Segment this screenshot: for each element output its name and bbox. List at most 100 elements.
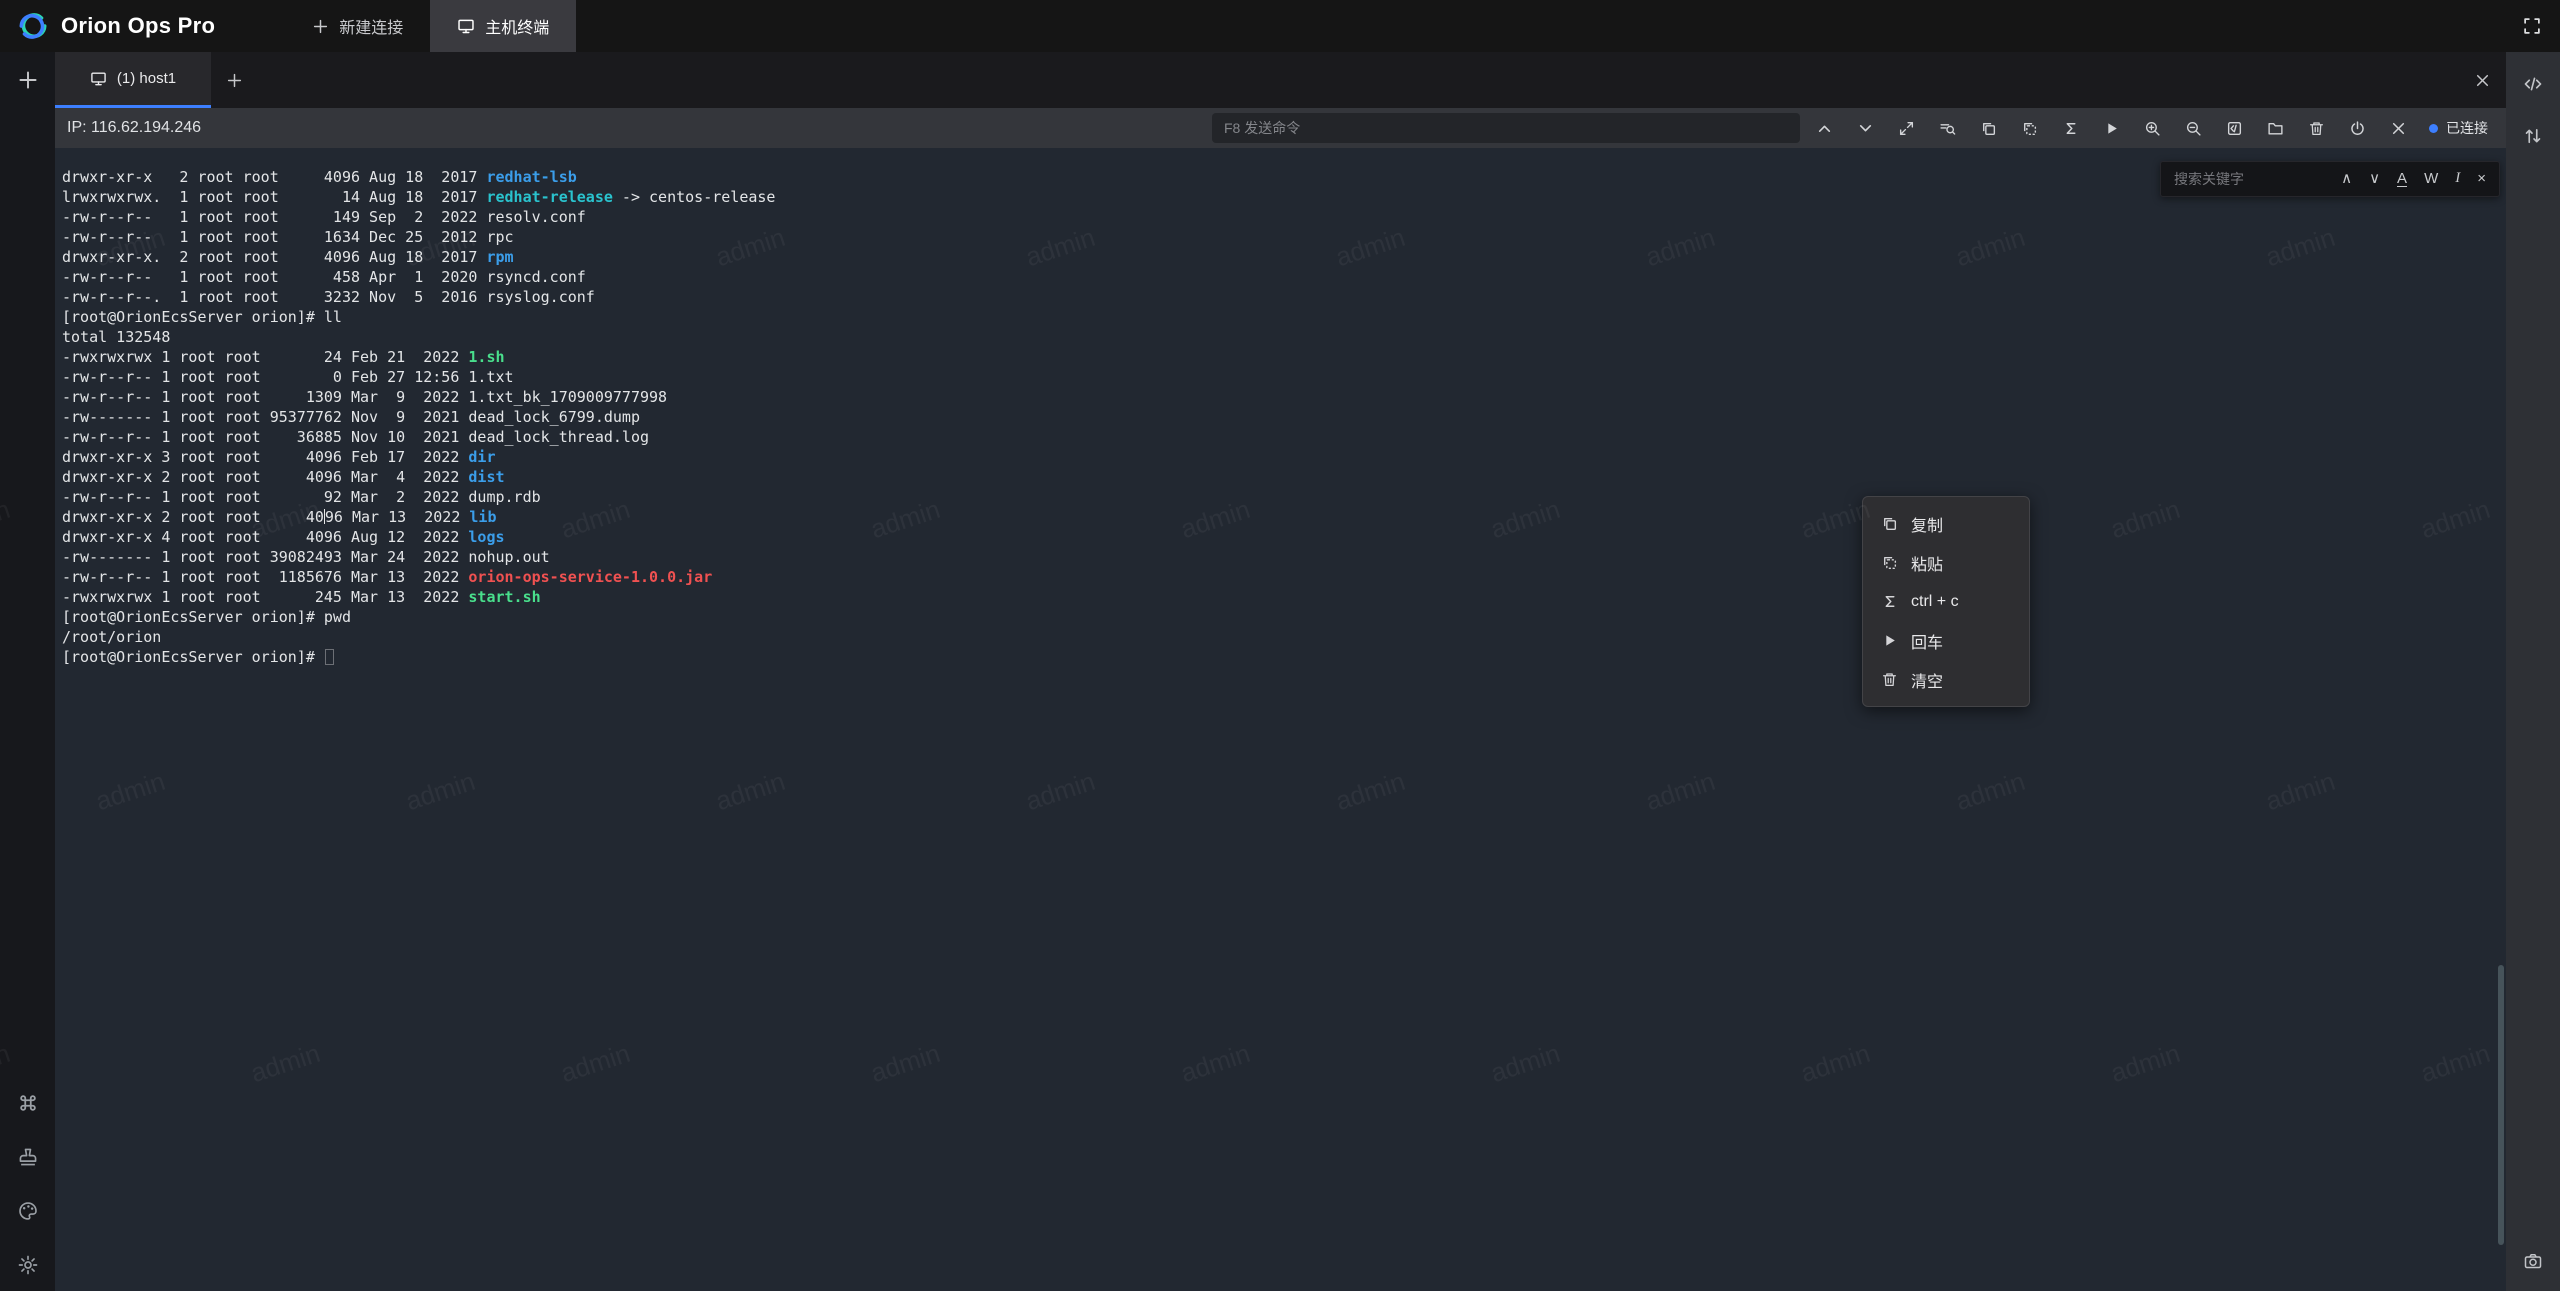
code-square-button[interactable]	[2226, 120, 2243, 137]
tab-host1[interactable]: (1) host1	[55, 52, 211, 108]
monitor-icon	[90, 70, 107, 87]
terminal-line: -rw-r--r-- 1 root root 149 Sep 2 2022 re…	[62, 207, 2506, 227]
status-dot-icon	[2429, 124, 2438, 133]
context-menu-item-copy[interactable]: 复制	[1863, 504, 2029, 543]
status-label: 已连接	[2446, 118, 2488, 138]
terminal-screen[interactable]: drwxr-xr-x 2 root root 4096 Aug 18 2017 …	[55, 148, 2506, 1291]
fullscreen-button[interactable]	[2522, 16, 2542, 36]
header-nav: 新建连接 主机终端	[285, 0, 576, 52]
search-input[interactable]	[2174, 171, 2314, 187]
terminal-line: lrwxrwxrwx. 1 root root 14 Aug 18 2017 r…	[62, 187, 2506, 207]
search-prev-button[interactable]: ∧	[2341, 171, 2352, 187]
command-button[interactable]	[17, 1092, 39, 1114]
trash-icon	[1881, 671, 1898, 688]
search-next-button[interactable]: ∨	[2369, 171, 2380, 187]
copy-icon	[1881, 515, 1898, 532]
nav-new-connection[interactable]: 新建连接	[285, 0, 430, 52]
zoom-in-button[interactable]	[2144, 120, 2161, 137]
terminal-line: /root/orion	[62, 627, 2506, 647]
left-sidebar-icons	[17, 1092, 39, 1291]
swap-vertical-button[interactable]	[2523, 126, 2543, 146]
terminal-context-menu: 复制粘贴 ctrl + c 回车清空	[1862, 496, 2030, 707]
nav-host-terminal[interactable]: 主机终端	[430, 0, 576, 52]
terminal-line: -rw-r--r-- 1 root root 92 Mar 2 2022 dum…	[62, 487, 2506, 507]
context-menu-item-paste[interactable]: 粘贴	[1863, 543, 2029, 582]
terminal-line: -rw-r--r-- 1 root root 1185676 Mar 13 20…	[62, 567, 2506, 587]
paste-button[interactable]	[2021, 120, 2038, 137]
play-icon	[1881, 632, 1898, 649]
chevron-down-button[interactable]	[1857, 120, 1874, 137]
play-button[interactable]	[2103, 120, 2120, 137]
terminal-search-bar: ∧ ∨ A W I ×	[2160, 161, 2500, 197]
terminal-line: drwxr-xr-x 3 root root 4096 Feb 17 2022 …	[62, 447, 2506, 467]
code-button[interactable]	[2523, 74, 2543, 94]
terminal-line: drwxr-xr-x 4 root root 4096 Aug 12 2022 …	[62, 527, 2506, 547]
context-menu-label: 复制	[1911, 512, 1943, 536]
terminal-toolbar: IP: 116.62.194.246 已连接	[55, 108, 2506, 148]
search-buttons: ∧ ∨ A W I ×	[2341, 171, 2486, 187]
terminal-line: [root@OrionEcsServer orion]#	[62, 647, 2506, 667]
toolbar-icon-group	[1816, 120, 2407, 137]
terminal-line: [root@OrionEcsServer orion]# pwd	[62, 607, 2506, 627]
terminal-line: [root@OrionEcsServer orion]# ll	[62, 307, 2506, 327]
context-menu-label: 清空	[1911, 668, 1943, 692]
main-area: (1) host1 IP: 116.62.194.246 已连接 drwxr-x…	[55, 52, 2506, 1291]
zoom-out-button[interactable]	[2185, 120, 2202, 137]
app-body: (1) host1 IP: 116.62.194.246 已连接 drwxr-x…	[0, 52, 2560, 1291]
terminal-output: drwxr-xr-x 2 root root 4096 Aug 18 2017 …	[55, 148, 2506, 667]
camera-button[interactable]	[2523, 1251, 2543, 1271]
search-list-button[interactable]	[1939, 120, 1956, 137]
app-logo-icon	[16, 9, 50, 43]
palette-button[interactable]	[17, 1200, 39, 1222]
app-title: Orion Ops Pro	[61, 13, 215, 39]
folder-button[interactable]	[2267, 120, 2284, 137]
host-ip-label: IP: 116.62.194.246	[67, 119, 201, 137]
terminal-scrollbar[interactable]	[2498, 965, 2504, 1245]
terminal-line: drwxr-xr-x 2 root root 4096 Aug 18 2017 …	[62, 167, 2506, 187]
connection-status-badge: 已连接	[2429, 118, 2488, 138]
context-menu-label: 粘贴	[1911, 551, 1943, 575]
app-root: { "header": { "app_title": "Orion Ops Pr…	[0, 0, 2560, 1291]
search-regex-button[interactable]: I	[2455, 171, 2460, 187]
sigma-button[interactable]	[2062, 120, 2079, 137]
terminal-line: drwxr-xr-x. 2 root root 4096 Aug 18 2017…	[62, 247, 2506, 267]
terminal-line: drwxr-xr-x 2 root root 4096 Mar 13 2022 …	[62, 507, 2506, 527]
search-match-case-button[interactable]: A	[2397, 171, 2407, 187]
power-button[interactable]	[2349, 120, 2366, 137]
terminal-line: total 132548	[62, 327, 2506, 347]
trash-button[interactable]	[2308, 120, 2325, 137]
stamp-button[interactable]	[17, 1146, 39, 1168]
context-menu-item-enter[interactable]: 回车	[1863, 621, 2029, 660]
terminal-line: -rw-r--r-- 1 root root 1309 Mar 9 2022 1…	[62, 387, 2506, 407]
new-terminal-button[interactable]	[0, 52, 55, 108]
plus-icon	[312, 18, 329, 35]
plus-icon	[17, 69, 39, 91]
terminal-tab-bar: (1) host1	[55, 52, 2506, 108]
close-button[interactable]	[2390, 120, 2407, 137]
search-whole-word-button[interactable]: W	[2424, 171, 2438, 187]
gear-button[interactable]	[17, 1254, 39, 1276]
context-menu-label: ctrl + c	[1911, 593, 1959, 611]
chevron-up-button[interactable]	[1816, 120, 1833, 137]
close-tabs-button[interactable]	[2474, 72, 2491, 89]
context-menu-item-clear[interactable]: 清空	[1863, 660, 2029, 699]
terminal-line: -rw-r--r-- 1 root root 36885 Nov 10 2021…	[62, 427, 2506, 447]
monitor-icon	[457, 17, 475, 35]
terminal-line: -rw------- 1 root root 39082493 Mar 24 2…	[62, 547, 2506, 567]
search-close-button[interactable]: ×	[2477, 171, 2486, 187]
terminal-line: -rw-r--r--. 1 root root 3232 Nov 5 2016 …	[62, 287, 2506, 307]
right-sidebar-bottom	[2523, 1251, 2543, 1291]
context-menu-item-ctrl-c[interactable]: ctrl + c	[1863, 582, 2029, 621]
left-sidebar	[0, 52, 55, 1291]
terminal-line: drwxr-xr-x 2 root root 4096 Mar 4 2022 d…	[62, 467, 2506, 487]
command-input[interactable]	[1212, 113, 1800, 143]
context-menu-label: 回车	[1911, 629, 1943, 653]
terminal-line: -rw------- 1 root root 95377762 Nov 9 20…	[62, 407, 2506, 427]
tab-label: (1) host1	[117, 70, 176, 87]
expand-button[interactable]	[1898, 120, 1915, 137]
sigma-icon	[1881, 593, 1898, 610]
right-sidebar	[2506, 52, 2560, 1291]
terminal-line: -rwxrwxrwx 1 root root 245 Mar 13 2022 s…	[62, 587, 2506, 607]
copy-button[interactable]	[1980, 120, 1997, 137]
add-tab-button[interactable]	[226, 72, 243, 89]
